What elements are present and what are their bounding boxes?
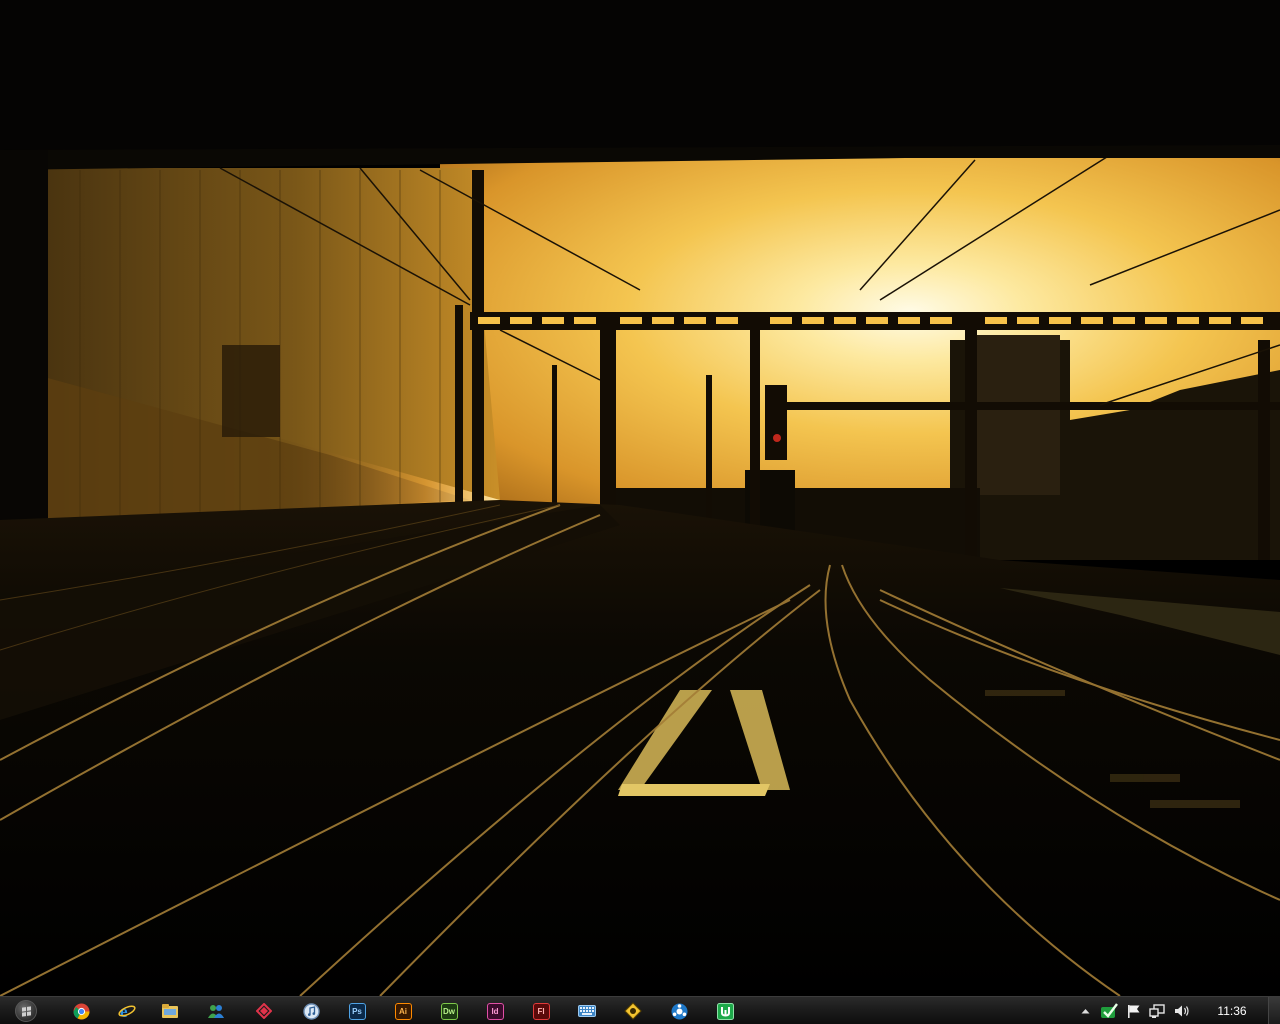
- flash-icon[interactable]: Fl: [523, 999, 559, 1023]
- chrome-icon[interactable]: [63, 999, 99, 1023]
- dreamweaver-icon[interactable]: Dw: [431, 999, 467, 1023]
- internet-explorer-icon[interactable]: e: [109, 999, 145, 1023]
- app-blue-icon[interactable]: [661, 999, 697, 1023]
- windows-explorer-icon[interactable]: [152, 999, 188, 1023]
- taskbar-clock[interactable]: 11:36: [1204, 997, 1260, 1024]
- show-desktop-button[interactable]: [1268, 997, 1280, 1024]
- app-red-icon[interactable]: [246, 999, 282, 1023]
- volume-icon[interactable]: [1173, 1001, 1191, 1021]
- checkmark-icon[interactable]: [1100, 1001, 1118, 1021]
- network-icon[interactable]: [1148, 1001, 1166, 1021]
- show-hidden-icons-icon[interactable]: [1078, 1001, 1092, 1021]
- start-button[interactable]: [6, 999, 46, 1023]
- illustrator-icon[interactable]: Ai: [385, 999, 421, 1023]
- desktop-wallpaper: [0, 0, 1280, 996]
- itunes-icon[interactable]: [293, 999, 329, 1023]
- windows-live-messenger-icon[interactable]: [198, 999, 234, 1023]
- windows-logo-icon: [15, 1000, 37, 1022]
- keyboard-icon[interactable]: [569, 999, 605, 1023]
- app-yellow-icon[interactable]: [615, 999, 651, 1023]
- indesign-icon[interactable]: Id: [477, 999, 513, 1023]
- utorrent-icon[interactable]: [707, 999, 743, 1023]
- photoshop-icon[interactable]: Ps: [339, 999, 375, 1023]
- taskbar: e Ps Ai Dw Id Fl 11:36: [0, 996, 1280, 1024]
- action-center-flag-icon[interactable]: [1125, 1001, 1143, 1021]
